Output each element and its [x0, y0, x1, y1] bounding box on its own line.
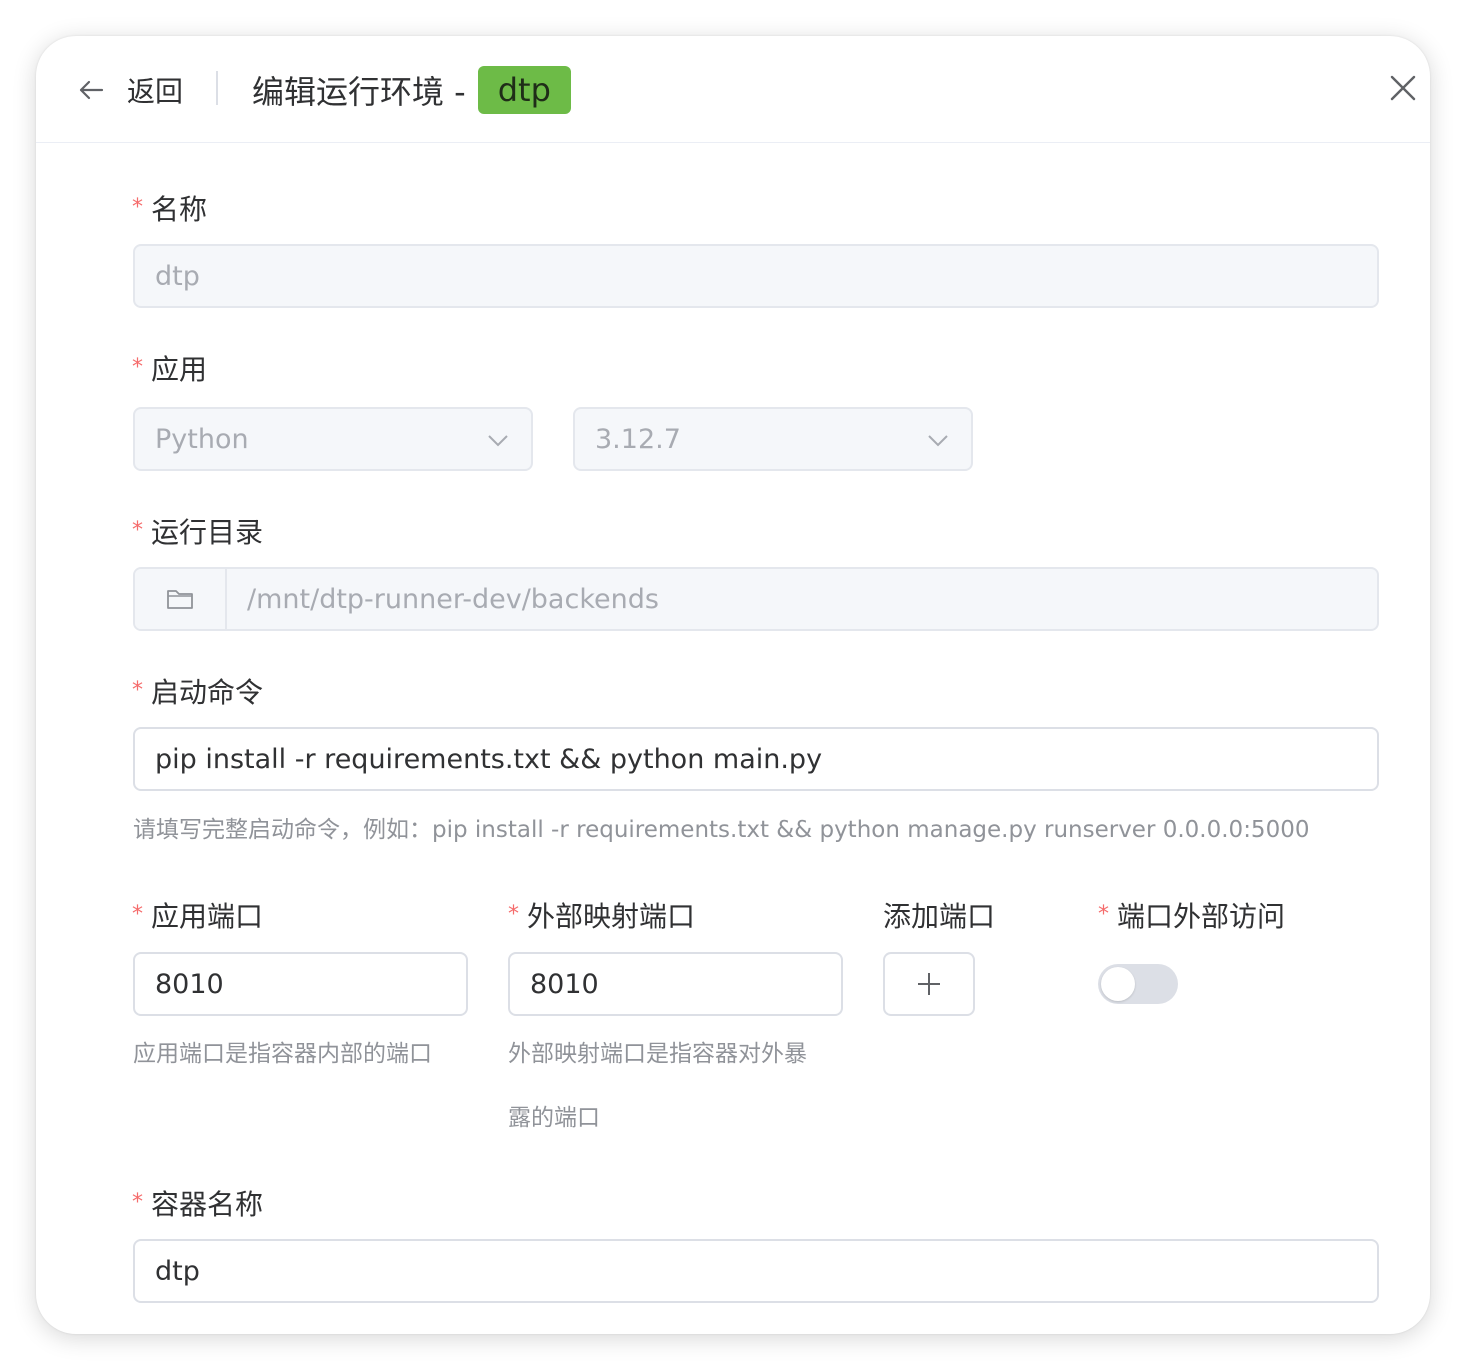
command-value: pip install -r requirements.txt && pytho… — [155, 743, 823, 775]
ext-port-value: 8010 — [530, 968, 599, 1000]
required-mark: * — [132, 678, 143, 703]
edit-runtime-dialog: 返回 编辑运行环境 - dtp * 名称 dtp * 应用 Python 3.12.… — [36, 36, 1430, 1334]
dir-label: * 运行目录 — [132, 516, 264, 549]
plus-icon — [918, 973, 940, 995]
chevron-down-icon — [488, 435, 508, 447]
app-label: * 应用 — [132, 353, 208, 386]
app-port-label: * 应用端口 — [132, 900, 264, 933]
required-mark: * — [132, 902, 143, 927]
required-mark: * — [1098, 902, 1109, 927]
container-value: dtp — [155, 1255, 200, 1287]
runtime-select[interactable]: Python — [133, 407, 533, 471]
switch-knob — [1101, 967, 1135, 1001]
name-value: dtp — [155, 260, 200, 292]
required-mark: * — [132, 355, 143, 380]
dialog-title: 编辑运行环境 - dtp — [252, 66, 571, 114]
app-port-value: 8010 — [155, 968, 224, 1000]
name-label: * 名称 — [132, 193, 208, 226]
chevron-down-icon — [928, 435, 948, 447]
app-port-input[interactable]: 8010 — [133, 952, 468, 1016]
title-tag: dtp — [477, 66, 571, 114]
runtime-value: Python — [155, 423, 249, 455]
ext-port-hint-line1: 外部映射端口是指容器对外暴 — [508, 1041, 807, 1067]
folder-button[interactable] — [135, 569, 227, 629]
required-mark: * — [132, 195, 143, 220]
ext-port-hint-line2: 露的端口 — [508, 1105, 600, 1131]
title-text: 编辑运行环境 - — [252, 73, 466, 111]
header-divider — [216, 71, 218, 105]
required-mark: * — [508, 902, 519, 927]
close-icon[interactable] — [1388, 73, 1418, 103]
folder-icon — [167, 590, 193, 609]
back-button[interactable]: 返回 — [76, 70, 183, 110]
dir-input[interactable]: /mnt/dtp-runner-dev/backends — [133, 567, 1379, 631]
command-input[interactable]: pip install -r requirements.txt && pytho… — [133, 727, 1379, 791]
command-label: * 启动命令 — [132, 676, 264, 709]
container-label: * 容器名称 — [132, 1188, 264, 1221]
required-mark: * — [132, 1190, 143, 1215]
command-hint: 请填写完整启动命令，例如：pip install -r requirements… — [133, 817, 1310, 843]
back-label: 返回 — [127, 75, 184, 108]
app-port-hint: 应用端口是指容器内部的端口 — [133, 1041, 432, 1067]
ext-port-input[interactable]: 8010 — [508, 952, 843, 1016]
external-access-switch[interactable] — [1098, 964, 1178, 1004]
dir-value: /mnt/dtp-runner-dev/backends — [247, 583, 659, 615]
add-port-label: 添加端口 — [883, 900, 996, 933]
version-select[interactable]: 3.12.7 — [573, 407, 973, 471]
name-input[interactable]: dtp — [133, 244, 1379, 308]
version-value: 3.12.7 — [595, 423, 681, 455]
container-input[interactable]: dtp — [133, 1239, 1379, 1303]
add-port-button[interactable] — [883, 952, 975, 1016]
external-access-label: * 端口外部访问 — [1098, 900, 1286, 933]
ext-port-label: * 外部映射端口 — [508, 900, 696, 933]
required-mark: * — [132, 518, 143, 543]
arrow-left-icon — [79, 80, 104, 100]
dialog-header: 返回 编辑运行环境 - dtp — [36, 36, 1430, 143]
